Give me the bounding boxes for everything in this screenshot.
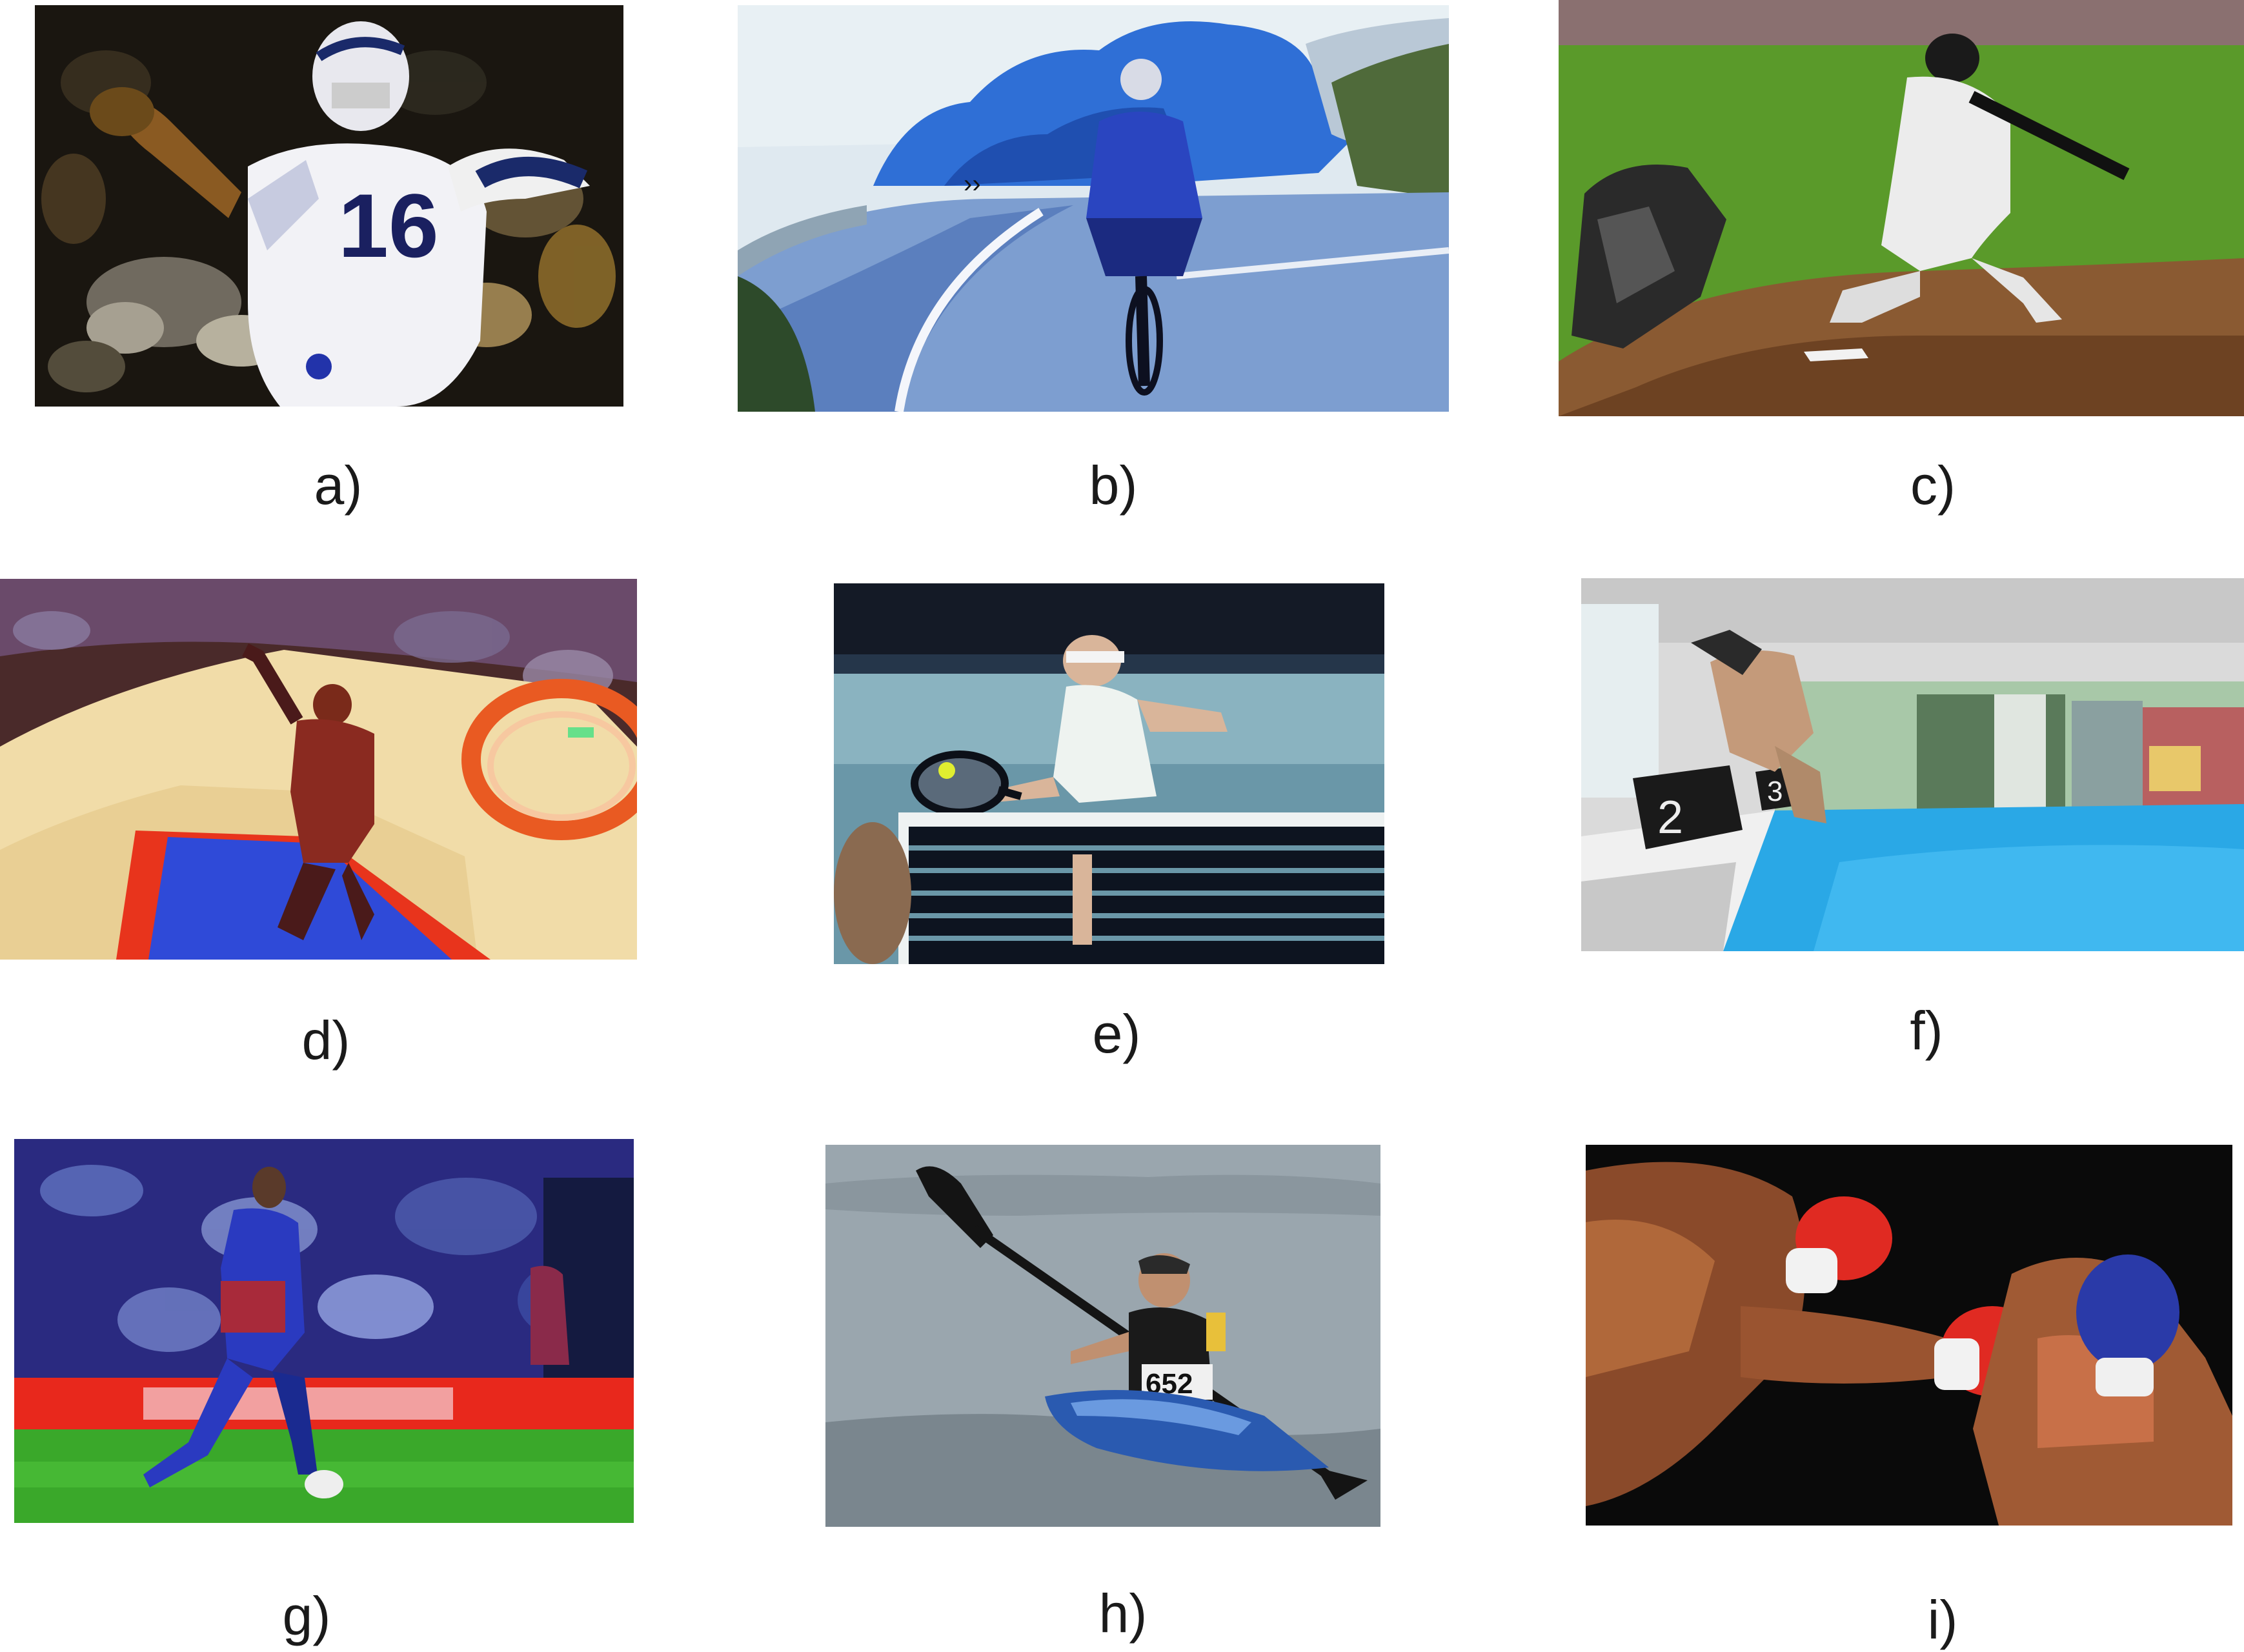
caption-c: c)	[1910, 455, 1956, 516]
panel-g-soccer	[14, 1139, 634, 1523]
caption-h: h)	[1098, 1583, 1147, 1644]
panel-c-baseball	[1559, 0, 2244, 416]
panel-a-football: 16	[35, 5, 623, 407]
panel-e-tennis	[834, 583, 1384, 964]
jersey-number: 16	[338, 175, 439, 276]
lane-label-2: 2	[1657, 792, 1683, 843]
caption-g: g)	[282, 1586, 331, 1646]
caption-i: i)	[1927, 1589, 1958, 1650]
svg-text:››: ››	[964, 170, 981, 198]
panel-b-cyclist: ››	[738, 5, 1449, 412]
caption-f: f)	[1910, 1000, 1943, 1061]
panel-h-kayak: 652	[825, 1145, 1380, 1527]
lane-label-3: 3	[1767, 776, 1783, 807]
panel-f-swimming: 2 3	[1581, 578, 2244, 951]
panel-d-basketball	[0, 579, 637, 960]
caption-b: b)	[1089, 455, 1138, 516]
caption-a: a)	[314, 455, 363, 516]
caption-d: d)	[301, 1010, 350, 1071]
caption-e: e)	[1092, 1003, 1141, 1064]
panel-i-boxing	[1586, 1145, 2232, 1526]
